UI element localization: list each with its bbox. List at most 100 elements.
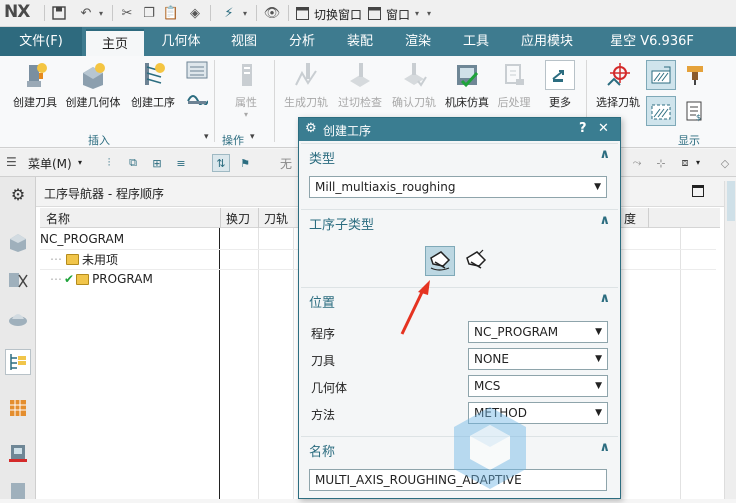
location-section-header[interactable]: 位置 bbox=[309, 292, 335, 311]
name-section-header[interactable]: 名称 bbox=[309, 441, 335, 460]
create-geometry-button[interactable]: 创建几何体 bbox=[64, 60, 122, 110]
maximize-icon[interactable] bbox=[692, 185, 704, 197]
tab-tools[interactable]: 工具 bbox=[450, 27, 502, 56]
selection-filter-dropdown[interactable]: 无 bbox=[280, 155, 292, 172]
method-view-icon[interactable]: ≡ bbox=[172, 154, 190, 172]
menu-dropdown-icon[interactable]: ▾ bbox=[78, 158, 82, 167]
group-operation-dropdown-icon[interactable]: ▾ bbox=[250, 132, 255, 142]
settings-gear-icon[interactable]: ⚙ bbox=[5, 181, 31, 207]
multiaxis-roughing-subtype-icon[interactable] bbox=[425, 246, 455, 276]
copy-icon[interactable]: ❐ bbox=[140, 4, 158, 22]
hamburger-icon[interactable]: ☰ bbox=[6, 155, 17, 169]
tab-analysis[interactable]: 分析 bbox=[276, 27, 328, 56]
machine-simulation-button[interactable]: 机床仿真 bbox=[442, 60, 492, 110]
tab-home[interactable]: 主页 bbox=[86, 29, 144, 56]
window-icon[interactable] bbox=[366, 4, 382, 22]
reuse-library-icon[interactable] bbox=[5, 477, 31, 503]
divider bbox=[210, 5, 211, 21]
snap-icon[interactable]: ⤳ bbox=[628, 154, 646, 172]
geometry-view-icon[interactable]: ⊞ bbox=[148, 154, 166, 172]
undo-icon[interactable]: ↶ bbox=[76, 4, 96, 22]
type-section-header[interactable]: 类型 bbox=[309, 148, 335, 167]
generate-toolpath-button[interactable]: 生成刀轨 bbox=[280, 60, 332, 110]
column-divider[interactable] bbox=[648, 208, 649, 228]
overcut-check-button[interactable]: 过切检查 bbox=[334, 60, 386, 110]
type-dropdown[interactable]: Mill_multiaxis_roughing ▼ bbox=[309, 176, 607, 198]
subtype-section-header[interactable]: 工序子类型 bbox=[309, 214, 374, 233]
column-divider[interactable] bbox=[258, 208, 259, 228]
column-name[interactable]: 名称 bbox=[46, 210, 70, 227]
postprocess-button[interactable]: 后处理 bbox=[494, 60, 534, 110]
scrollbar-thumb[interactable] bbox=[727, 181, 735, 221]
dialog-title-bar[interactable]: ⚙ 创建工序 ? ✕ bbox=[299, 118, 620, 141]
view-icon[interactable]: 👁 bbox=[262, 4, 282, 22]
create-tool-button[interactable]: 创建刀具 bbox=[10, 60, 60, 110]
tab-geometry[interactable]: 几何体 bbox=[150, 27, 212, 56]
multiaxis-adaptive-subtype-icon[interactable] bbox=[461, 246, 491, 276]
tab-file[interactable]: 文件(F) bbox=[0, 27, 82, 56]
toggle-view-icon[interactable]: ⇅ bbox=[212, 154, 230, 172]
undo-dropdown-icon[interactable]: ▾ bbox=[96, 4, 106, 22]
tab-assembly[interactable]: 装配 bbox=[334, 27, 386, 56]
collapse-chevron-icon[interactable]: ∧ bbox=[599, 213, 610, 228]
collapse-chevron-icon[interactable]: ∧ bbox=[599, 147, 610, 162]
tool-dropdown[interactable]: NONE ▼ bbox=[468, 348, 608, 370]
more-tools-icon[interactable]: ◇ bbox=[716, 154, 734, 172]
more-button[interactable]: 更多 bbox=[540, 60, 580, 110]
cut-icon[interactable]: ✂ bbox=[118, 4, 136, 22]
collapse-chevron-icon[interactable]: ∧ bbox=[599, 291, 610, 306]
attribute-button[interactable]: 属性 ▾ bbox=[222, 60, 270, 119]
collapse-chevron-icon[interactable]: ∧ bbox=[599, 440, 610, 455]
tree-row-unused[interactable]: ⋯ 未用项 bbox=[40, 249, 250, 269]
snap-point-icon[interactable]: ⊹ bbox=[652, 154, 670, 172]
menu-button[interactable]: 菜单(M) bbox=[28, 155, 72, 172]
display-toggle-2-button[interactable]: $ bbox=[680, 60, 710, 130]
assembly-navigator-icon[interactable] bbox=[5, 229, 31, 255]
scrollbar[interactable] bbox=[724, 181, 736, 499]
save-icon[interactable] bbox=[50, 4, 68, 22]
create-method-button[interactable] bbox=[182, 60, 212, 106]
column-toolpath[interactable]: 刀轨 bbox=[264, 210, 288, 227]
layer-dropdown-icon[interactable]: ▾ bbox=[696, 158, 700, 167]
paste-icon[interactable]: 📋 bbox=[162, 4, 180, 22]
machine-tool-view-icon[interactable]: ⧉ bbox=[124, 154, 142, 172]
tab-view[interactable]: 视图 bbox=[218, 27, 270, 56]
dialog-gear-icon[interactable]: ⚙ bbox=[305, 121, 317, 136]
dropdown-icon[interactable]: ▾ bbox=[240, 4, 250, 22]
tree-row-program[interactable]: ⋯ ✔ PROGRAM bbox=[40, 269, 250, 289]
repeat-command-icon[interactable]: ◈ bbox=[186, 4, 204, 22]
program-order-view-icon[interactable]: ⫶ bbox=[100, 154, 118, 172]
window-menu-button[interactable]: 窗口 bbox=[386, 6, 410, 23]
switch-window-icon[interactable] bbox=[294, 4, 310, 22]
tab-applications[interactable]: 应用模块 bbox=[510, 27, 584, 56]
tab-render[interactable]: 渲染 bbox=[392, 27, 444, 56]
select-toolpath-button[interactable]: 选择刀轨 bbox=[592, 60, 644, 110]
help-button[interactable]: ? bbox=[579, 121, 587, 136]
command-finder-icon[interactable]: ⚡ bbox=[220, 4, 238, 22]
machine-tool-navigator-icon[interactable] bbox=[5, 439, 31, 465]
customize-dropdown-icon[interactable]: ▾ bbox=[424, 4, 434, 22]
constraint-navigator-icon[interactable] bbox=[5, 267, 31, 293]
display-toggle-1-button[interactable] bbox=[646, 60, 676, 130]
switch-window-button[interactable]: 切换窗口 bbox=[314, 6, 362, 23]
window-dropdown-icon[interactable]: ▾ bbox=[412, 4, 422, 22]
column-tool-change[interactable]: 换刀 bbox=[226, 210, 250, 227]
create-operation-button[interactable]: 创建工序 bbox=[126, 60, 180, 110]
postprocess-icon bbox=[499, 60, 529, 90]
verify-toolpath-button[interactable]: 确认刀轨 bbox=[388, 60, 440, 110]
layer-icon[interactable]: ⧈ bbox=[676, 154, 694, 172]
display-hatch-icon bbox=[646, 60, 676, 90]
operation-navigator-icon[interactable] bbox=[5, 349, 31, 375]
column-speed-partial[interactable]: 度 bbox=[624, 210, 636, 227]
tab-xingkong[interactable]: 星空 V6.936F bbox=[596, 27, 708, 56]
close-button[interactable]: ✕ bbox=[598, 121, 609, 136]
machine-navigator-icon[interactable] bbox=[5, 395, 31, 421]
tree-row-nc-program[interactable]: NC_PROGRAM bbox=[40, 229, 250, 249]
filter-icon[interactable]: ⚑ bbox=[236, 154, 254, 172]
group-insert-dropdown-icon[interactable]: ▾ bbox=[204, 132, 209, 142]
program-dropdown[interactable]: NC_PROGRAM ▼ bbox=[468, 321, 608, 343]
attribute-dropdown-icon[interactable]: ▾ bbox=[244, 110, 248, 119]
column-divider[interactable] bbox=[220, 208, 221, 228]
part-navigator-icon[interactable] bbox=[5, 305, 31, 331]
geometry-dropdown[interactable]: MCS ▼ bbox=[468, 375, 608, 397]
